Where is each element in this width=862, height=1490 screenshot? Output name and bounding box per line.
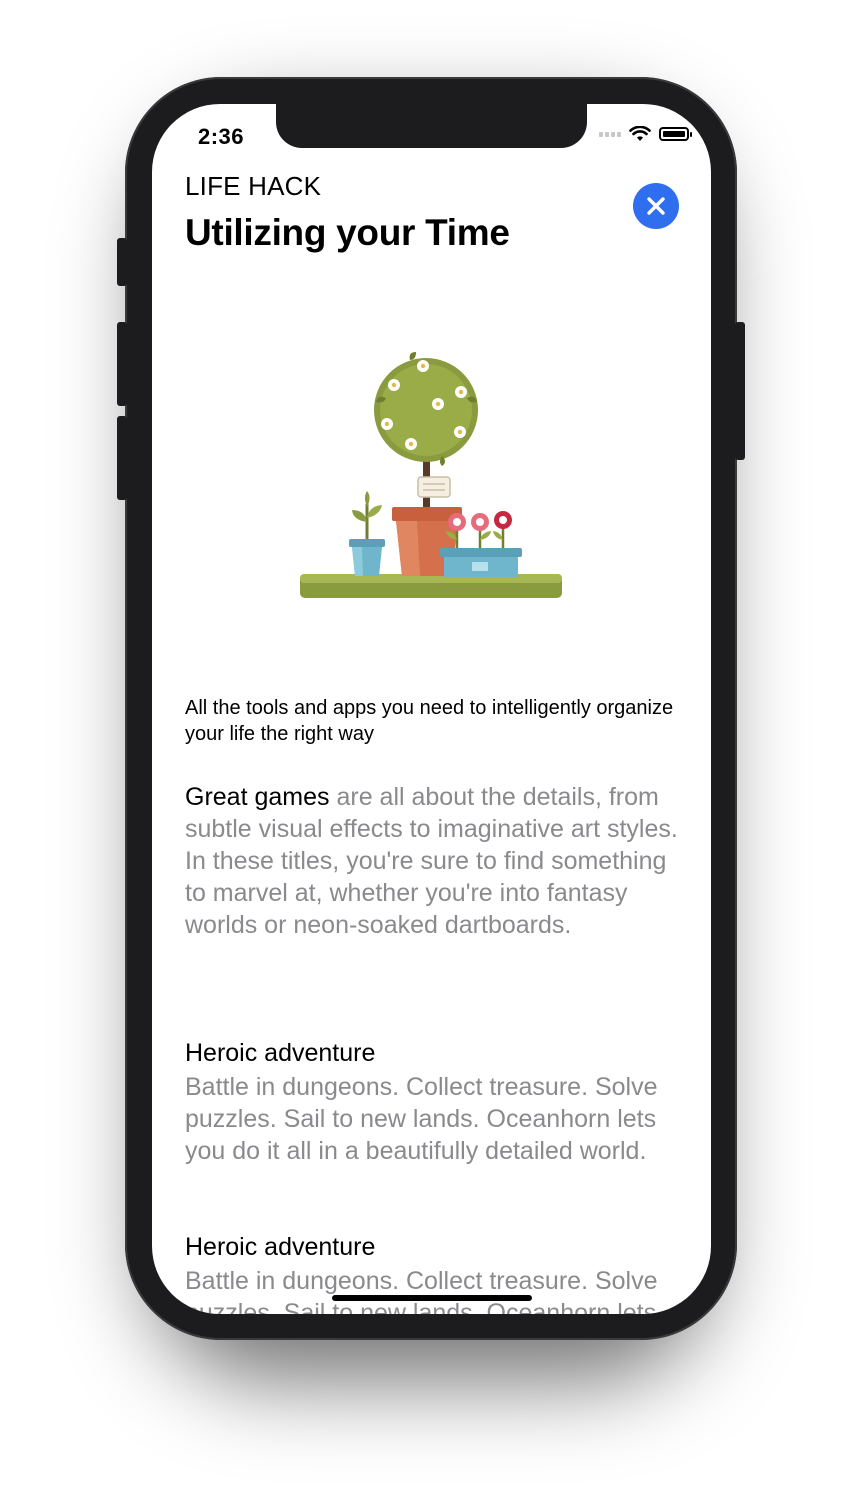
section-body: Battle in dungeons. Collect treasure. So… <box>185 1073 658 1165</box>
status-icons <box>599 126 692 142</box>
close-icon <box>647 197 665 215</box>
article-title: Utilizing your Time <box>185 212 510 253</box>
status-time: 2:36 <box>198 124 245 149</box>
section-body: Battle in dungeons. Collect treasure. So… <box>185 1267 658 1314</box>
potted-plants-illustration <box>300 352 562 598</box>
close-button[interactable] <box>633 183 679 229</box>
article-category: LIFE HACK <box>185 171 322 201</box>
screen: 2:36 LIFE HACK Utilizing your Time All t… <box>152 104 711 1314</box>
section-heading: Heroic adventure <box>185 1233 376 1261</box>
article-subtitle: All the tools and apps you need to intel… <box>185 697 674 745</box>
notch <box>276 104 587 148</box>
volume-up-button <box>117 322 127 406</box>
section-heading: Heroic adventure <box>185 1039 376 1067</box>
power-button <box>735 322 745 460</box>
home-indicator[interactable] <box>332 1295 532 1301</box>
intro-paragraph: Great games are all about the details, f… <box>185 781 685 941</box>
wifi-icon <box>629 126 651 141</box>
battery-icon <box>659 127 692 141</box>
mute-switch <box>117 238 127 286</box>
volume-down-button <box>117 416 127 500</box>
cellular-signal-icon <box>599 131 621 137</box>
intro-highlight: Great games <box>185 783 330 811</box>
